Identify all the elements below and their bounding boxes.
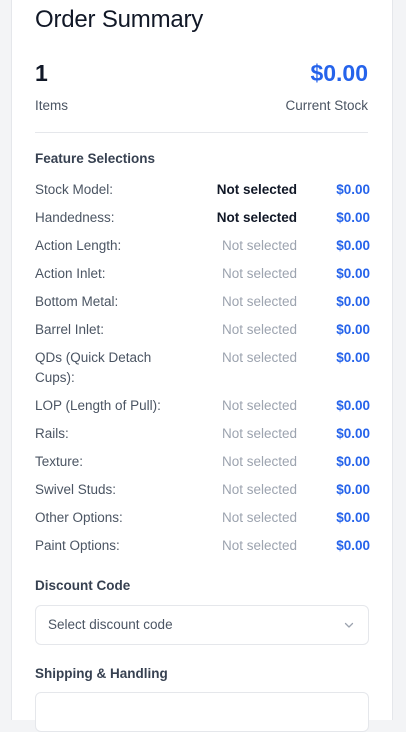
feature-label: Action Length: [35,238,122,253]
feature-label: Barrel Inlet: [35,322,105,337]
feature-value: Not selected [221,266,297,281]
feature-price: $0.00 [336,482,370,497]
feature-value: Not selected [221,510,297,525]
current-stock-price: $0.00 [310,60,368,86]
feature-label: Handedness: [35,210,115,225]
page-title: Order Summary [35,6,204,33]
feature-label: Swivel Studs: [35,482,117,497]
feature-label: Rails: [35,426,69,441]
feature-value: Not selected [221,294,297,309]
item-count-label: Items [35,98,69,113]
feature-value: Not selected [221,350,297,365]
discount-code-heading: Discount Code [35,578,131,593]
feature-selections-list: Stock Model: Not selected $0.00 Handedness:… [35,180,370,564]
feature-price: $0.00 [336,538,370,553]
feature-price: $0.00 [336,350,370,365]
feature-price: $0.00 [336,210,370,225]
feature-price: $0.00 [336,238,370,253]
feature-selections-heading: Feature Selections [35,151,156,166]
feature-row: Texture: Not selected $0.00 [35,452,370,472]
shipping-handling-select[interactable] [35,692,369,732]
feature-label: Paint Options: [35,538,120,553]
discount-code-placeholder: Select discount code [48,617,173,632]
feature-label: LOP (Length of Pull): [35,398,161,413]
feature-label: QDs (Quick Detach Cups): [35,350,152,385]
feature-price: $0.00 [336,454,370,469]
feature-price: $0.00 [336,426,370,441]
feature-value: Not selected [221,482,297,497]
item-count: 1 [35,60,48,86]
discount-code-select[interactable]: Select discount code [35,605,369,645]
feature-label: Action Inlet: [35,266,106,281]
feature-value: Not selected [221,398,297,413]
feature-value: Not selected [221,538,297,553]
feature-price: $0.00 [336,398,370,413]
feature-price: $0.00 [336,294,370,309]
feature-value: Not selected [221,454,297,469]
feature-row: Swivel Studs: Not selected $0.00 [35,480,370,500]
feature-row: Stock Model: Not selected $0.00 [35,180,370,200]
feature-label: Bottom Metal: [35,294,119,309]
feature-value: Not selected [221,426,297,441]
feature-price: $0.00 [336,322,370,337]
feature-value: Not selected [216,210,297,225]
feature-price: $0.00 [336,510,370,525]
current-stock-label: Current Stock [285,98,368,113]
shipping-handling-heading: Shipping & Handling [35,666,168,681]
feature-row: LOP (Length of Pull): Not selected $0.00 [35,396,370,416]
feature-label: Other Options: [35,510,123,525]
order-summary-panel: Order Summary 1 $0.00 Items Current Stoc… [11,0,393,732]
chevron-down-icon [344,622,354,628]
feature-row: Barrel Inlet: Not selected $0.00 [35,320,370,340]
feature-row: Bottom Metal: Not selected $0.00 [35,292,370,312]
feature-row: Handedness: Not selected $0.00 [35,208,370,228]
feature-row: Action Length: Not selected $0.00 [35,236,370,256]
feature-label: Stock Model: [35,182,114,197]
feature-row: Rails: Not selected $0.00 [35,424,370,444]
feature-price: $0.00 [336,266,370,281]
feature-value: Not selected [221,322,297,337]
feature-value: Not selected [216,182,297,197]
feature-row: Paint Options: Not selected $0.00 [35,536,370,556]
feature-row: Action Inlet: Not selected $0.00 [35,264,370,284]
feature-price: $0.00 [336,182,370,197]
feature-label: Texture: [35,454,84,469]
feature-value: Not selected [221,238,297,253]
feature-row: QDs (Quick Detach Cups): Not selected $0.0… [35,348,370,388]
feature-row: Other Options: Not selected $0.00 [35,508,370,528]
divider [35,132,368,133]
